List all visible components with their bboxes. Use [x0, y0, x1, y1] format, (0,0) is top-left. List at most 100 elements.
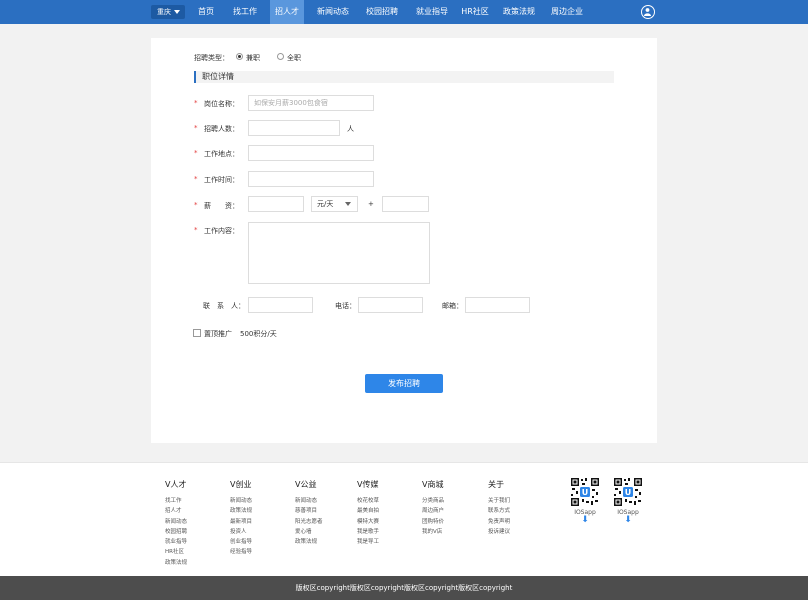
radio-parttime[interactable] [236, 53, 243, 60]
copyright-bar: 版权区copyright版权区copyright版权区copyright版权区c… [0, 576, 808, 600]
svg-text:U: U [625, 488, 632, 497]
footer-col-title: V公益 [295, 480, 317, 489]
email-input[interactable] [465, 297, 530, 313]
phone-input[interactable] [358, 297, 423, 313]
recruit-type-label: 招聘类型： [194, 54, 229, 62]
email-label: 邮箱： [442, 302, 463, 310]
footer-col-talent: V人才 找工作 招人才 新闻动态 校园招聘 就业指导 HR社区 政策法规 [165, 479, 187, 568]
footer-col-title: 关于 [488, 480, 504, 489]
section-header: 职位详情 [194, 71, 614, 83]
nav-item-home[interactable]: 首页 [191, 0, 221, 24]
salary-label: 薪 资： [204, 202, 239, 210]
user-circle-icon[interactable] [641, 5, 655, 19]
footer-col-mall: V商城 分类商品 周边商户 团购特价 我的V店 [422, 479, 444, 537]
footer-link[interactable]: 免责声明 [488, 517, 510, 527]
radio-fulltime-label: 全职 [287, 54, 301, 62]
headcount-input[interactable] [248, 120, 340, 136]
nav-item-find-job[interactable]: 找工作 [228, 0, 262, 24]
nav-item-news[interactable]: 新闻动态 [312, 0, 354, 24]
nav-item-nearby[interactable]: 周边企业 [547, 0, 587, 24]
footer-link[interactable]: 校花校草 [357, 496, 379, 506]
footer-col-title: V商城 [422, 480, 444, 489]
footer-link[interactable]: 最美自拍 [357, 506, 379, 516]
footer-link[interactable]: 爱心墙 [295, 527, 323, 537]
job-content-label: 工作内容： [204, 227, 239, 235]
salary-input[interactable] [248, 196, 304, 212]
footer-link[interactable]: 团购特价 [422, 517, 444, 527]
footer-link[interactable]: 经验指导 [230, 547, 252, 557]
download-arrow-icon[interactable]: ⬇ [570, 516, 600, 525]
footer-link[interactable]: 新闻动态 [230, 496, 252, 506]
download-arrow-icon[interactable]: ⬇ [613, 516, 643, 525]
footer-link[interactable]: 政策法规 [165, 558, 187, 568]
radio-parttime-label: 兼职 [246, 54, 260, 62]
footer-link[interactable]: 我的V店 [422, 527, 444, 537]
footer-col-title: V创业 [230, 480, 252, 489]
post-job-form: 招聘类型： 兼职 全职 职位详情 * 岗位名称： 如保安月薪3000包食宿 * … [151, 38, 657, 443]
nav-item-campus[interactable]: 校园招聘 [362, 0, 402, 24]
footer-link[interactable]: 分类商品 [422, 496, 444, 506]
footer-link[interactable]: 我是歌手 [357, 527, 379, 537]
footer-link[interactable]: 政策法规 [295, 537, 323, 547]
job-name-input[interactable]: 如保安月薪3000包食宿 [248, 95, 374, 111]
contact-label: 联 系 人： [203, 302, 245, 310]
footer-link[interactable]: 投诉建议 [488, 527, 510, 537]
footer-col-media: V传媒 校花校草 最美自拍 模特大赛 我是歌手 我是导工 [357, 479, 379, 547]
nav-item-guidance[interactable]: 就业指导 [411, 0, 453, 24]
footer-link[interactable]: 联系方式 [488, 506, 510, 516]
nav-item-policy[interactable]: 政策法规 [499, 0, 539, 24]
salary-unit-select[interactable]: 元/天 [311, 196, 358, 212]
footer-link[interactable]: 新闻动态 [295, 496, 323, 506]
promote-label: 置顶推广 [204, 330, 232, 338]
footer-link[interactable]: 找工作 [165, 496, 187, 506]
work-time-label: 工作时间： [204, 176, 239, 184]
footer-col-charity: V公益 新闻动态 慈善项目 阳光志愿者 爱心墙 政策法规 [295, 479, 323, 547]
footer-link[interactable]: 就业指导 [165, 537, 187, 547]
qr-code-icon: U [613, 477, 643, 507]
footer-link[interactable]: 招人才 [165, 506, 187, 516]
required-mark: * [194, 201, 198, 209]
footer-col-title: V人才 [165, 480, 187, 489]
footer-link[interactable]: 投资人 [230, 527, 252, 537]
footer-link[interactable]: HR社区 [165, 547, 187, 557]
radio-fulltime[interactable] [277, 53, 284, 60]
contact-input[interactable] [248, 297, 313, 313]
footer-link[interactable]: 阳光志愿者 [295, 517, 323, 527]
work-time-input[interactable] [248, 171, 374, 187]
footer-link[interactable]: 模特大赛 [357, 517, 379, 527]
job-content-textarea[interactable] [248, 222, 430, 284]
app-download-ios-2[interactable]: U IOSapp ⬇ [613, 477, 643, 525]
qr-code-icon: U [570, 477, 600, 507]
publish-button[interactable]: 发布招聘 [365, 374, 443, 393]
city-selector[interactable]: 重庆 [151, 5, 185, 19]
required-mark: * [194, 175, 198, 183]
location-input[interactable] [248, 145, 374, 161]
required-mark: * [194, 149, 198, 157]
footer-link[interactable]: 我是导工 [357, 537, 379, 547]
footer-link[interactable]: 新闻动态 [165, 517, 187, 527]
headcount-label: 招聘人数： [204, 125, 239, 133]
footer-link[interactable]: 创业指导 [230, 537, 252, 547]
city-label: 重庆 [157, 8, 171, 16]
footer: V人才 找工作 招人才 新闻动态 校园招聘 就业指导 HR社区 政策法规 V创业… [0, 462, 808, 576]
footer-link[interactable]: 最新项目 [230, 517, 252, 527]
app-download-ios-1[interactable]: U IOSapp ⬇ [570, 477, 600, 525]
footer-col-title: V传媒 [357, 480, 379, 489]
headcount-unit: 人 [347, 125, 354, 133]
required-mark: * [194, 226, 198, 234]
nav-item-recruit[interactable]: 招人才 [270, 0, 304, 24]
phone-label: 电话： [335, 302, 356, 310]
footer-link[interactable]: 慈善项目 [295, 506, 323, 516]
footer-link[interactable]: 周边商户 [422, 506, 444, 516]
footer-link[interactable]: 政策法规 [230, 506, 252, 516]
top-nav: 重庆 首页 找工作 招人才 新闻动态 校园招聘 就业指导 HR社区 政策法规 周… [0, 0, 808, 24]
nav-item-hr-community[interactable]: HR社区 [459, 0, 491, 24]
footer-link[interactable]: 关于我们 [488, 496, 510, 506]
footer-col-about: 关于 关于我们 联系方式 免责声明 投诉建议 [488, 479, 510, 537]
salary-extra-input[interactable] [382, 196, 429, 212]
required-mark: * [194, 124, 198, 132]
footer-link[interactable]: 校园招聘 [165, 527, 187, 537]
job-name-label: 岗位名称： [204, 100, 239, 108]
promote-checkbox[interactable] [193, 329, 201, 337]
salary-plus: + [368, 200, 374, 208]
